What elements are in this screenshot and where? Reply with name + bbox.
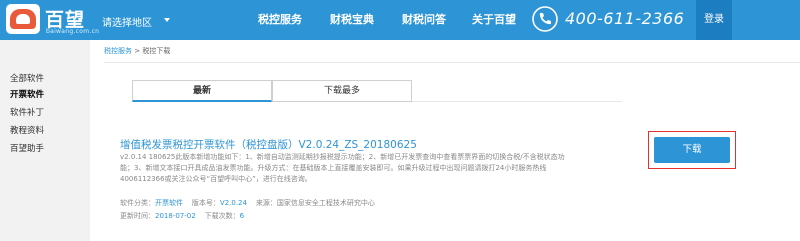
software-title[interactable]: 增值税发票税控开票软件（税控盘版）V2.0.24_ZS_20180625 [120, 137, 417, 152]
sidebar-item-assistant[interactable]: 百望助手 [10, 142, 44, 154]
logo-mark-icon [6, 4, 40, 34]
sidebar-item-invoicing-software[interactable]: 开票软件 [10, 88, 44, 100]
date-label: 更新时间： [120, 212, 155, 220]
nav-about[interactable]: 关于百望 [472, 11, 516, 27]
category-value: 开票软件 [155, 199, 183, 207]
breadcrumb-current: 税控下载 [142, 47, 171, 55]
tab-bar: 最新 下载最多 [132, 80, 622, 102]
software-meta-row-2: 更新时间：2018-07-02 下载次数：6 [120, 211, 244, 221]
tab-latest[interactable]: 最新 [132, 80, 272, 102]
baiwang-logo[interactable]: 百望 baiwang.com.cn [6, 4, 99, 36]
breadcrumb: 税控服务 > 税控下载 [104, 46, 170, 56]
date-value: 2018-07-02 [155, 212, 196, 220]
sidebar-item-patches[interactable]: 软件补丁 [10, 106, 44, 118]
version-label: 版本号： [191, 199, 220, 207]
sidebar-item-tutorials[interactable]: 教程资料 [10, 124, 44, 136]
source-value: 国家信息安全工程技术研究中心 [276, 199, 375, 207]
nav-tax-guide[interactable]: 财税宝典 [330, 11, 374, 27]
downloads-label: 下载次数： [204, 212, 240, 220]
breadcrumb-root[interactable]: 税控服务 [104, 47, 132, 55]
downloads-value: 6 [239, 212, 245, 220]
top-header: 百望 baiwang.com.cn 请选择地区 税控服务 财税宝典 财税问答 关… [0, 0, 800, 40]
category-label: 软件分类： [120, 199, 155, 207]
logo-subtext: baiwang.com.cn [46, 28, 100, 35]
breadcrumb-separator: > [134, 47, 141, 55]
nav-tax-qa[interactable]: 财税问答 [402, 11, 446, 27]
sidebar-item-all-software[interactable]: 全部软件 [10, 72, 44, 84]
phone-icon [532, 6, 558, 32]
hotline-number: 400-611-2366 [565, 9, 685, 28]
nav-tax-control-service[interactable]: 税控服务 [258, 11, 302, 27]
sidebar: 全部软件 开票软件 软件补丁 教程资料 百望助手 [0, 40, 90, 241]
chevron-down-icon[interactable] [164, 18, 170, 22]
region-selector[interactable]: 请选择地区 [102, 14, 152, 29]
source-label: 来源： [255, 199, 277, 207]
login-button[interactable]: 登录 [696, 0, 732, 40]
tab-most-downloaded[interactable]: 下载最多 [272, 80, 412, 102]
download-button[interactable]: 下载 [654, 137, 730, 163]
software-meta-row: 软件分类：开票软件 版本号：V2.0.24 来源：国家信息安全工程技术研究中心 [120, 198, 375, 208]
version-value: V2.0.24 [219, 199, 247, 207]
divider [104, 62, 800, 63]
software-description: v2.0.14 180625此版本新增功能如下：1、新增自动监测延期抄报税提示功… [120, 153, 565, 183]
